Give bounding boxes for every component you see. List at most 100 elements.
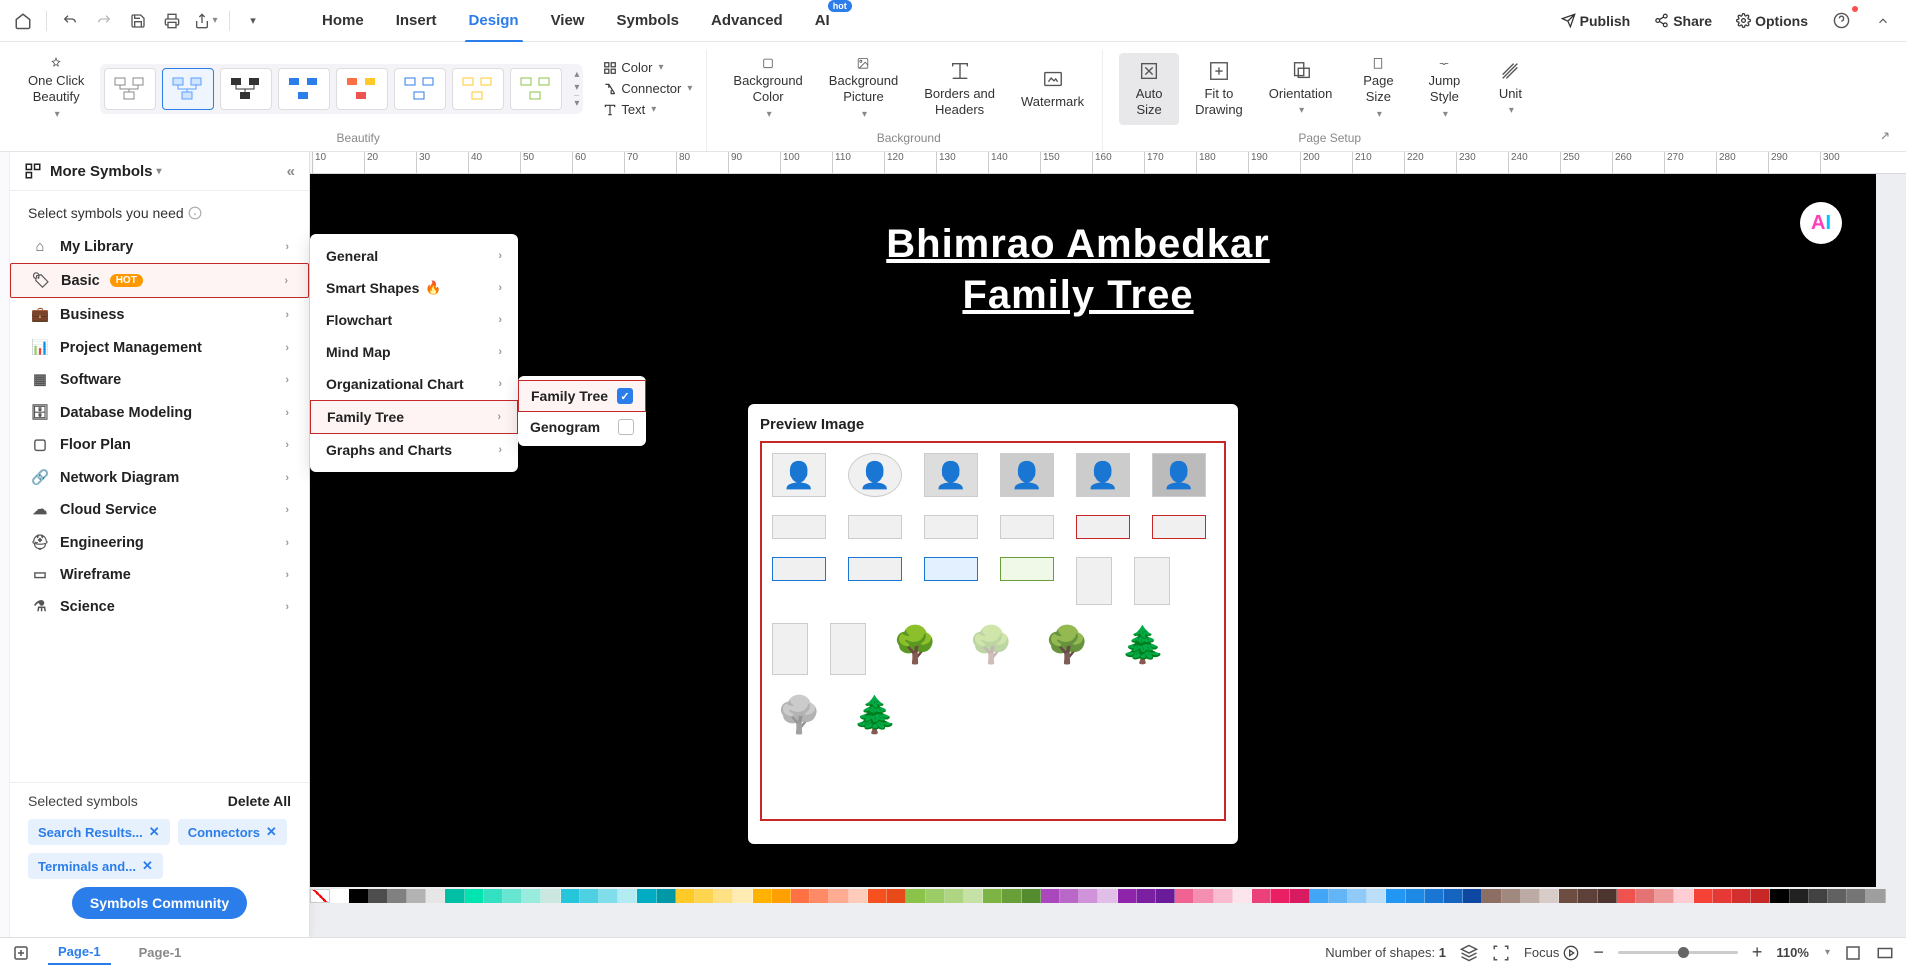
style-next-icon[interactable]: ▾ (574, 82, 579, 93)
color-swatch[interactable] (1098, 889, 1117, 903)
color-swatch[interactable] (1790, 889, 1809, 903)
zoom-level[interactable]: 110% (1776, 945, 1809, 960)
doc-title-line1[interactable]: Bhimrao Ambedkar (280, 222, 1876, 267)
color-swatch[interactable] (1022, 889, 1041, 903)
bgcolor-button[interactable]: Background Color▾ (723, 53, 812, 125)
color-swatch[interactable] (1540, 889, 1559, 903)
checkbox-icon[interactable]: ✓ (617, 388, 633, 404)
preview-shape[interactable]: 👤 (1000, 453, 1054, 497)
preview-shape[interactable] (1000, 515, 1054, 539)
preview-shape[interactable]: 👤 (1076, 453, 1130, 497)
color-swatch[interactable] (1079, 889, 1098, 903)
style-prev-icon[interactable]: ▴ (574, 69, 579, 80)
preview-shape[interactable]: 🌳 (772, 693, 826, 737)
pagesize-button[interactable]: Page Size▾ (1348, 53, 1408, 125)
color-swatch[interactable] (753, 889, 772, 903)
color-swatch[interactable] (541, 889, 560, 903)
color-swatch[interactable] (580, 889, 599, 903)
preview-shape[interactable] (924, 557, 978, 581)
color-swatch[interactable] (829, 889, 848, 903)
color-swatch[interactable] (1770, 889, 1789, 903)
submenu2-family-tree[interactable]: Family Tree✓ (518, 380, 646, 412)
color-swatch[interactable] (1482, 889, 1501, 903)
color-swatch[interactable] (772, 889, 791, 903)
chip-remove-icon[interactable]: ✕ (149, 824, 160, 840)
color-swatch[interactable] (465, 889, 484, 903)
focus-button[interactable]: Focus (1524, 945, 1579, 961)
category-engineering[interactable]: ⛑Engineering› (10, 526, 309, 559)
preview-shape[interactable]: 👤 (848, 453, 902, 497)
color-swatch[interactable] (1406, 889, 1425, 903)
color-swatch[interactable] (330, 889, 349, 903)
color-swatch[interactable] (1828, 889, 1847, 903)
color-swatch[interactable] (1866, 889, 1885, 903)
fit-page-icon[interactable] (1844, 944, 1862, 962)
color-swatch[interactable] (810, 889, 829, 903)
doc-title-line2[interactable]: Family Tree (280, 273, 1876, 318)
color-swatch[interactable] (983, 889, 1002, 903)
color-swatch[interactable] (1002, 889, 1021, 903)
color-swatch[interactable] (1559, 889, 1578, 903)
color-swatch[interactable] (1329, 889, 1348, 903)
color-swatch[interactable] (1348, 889, 1367, 903)
color-swatch[interactable] (887, 889, 906, 903)
color-swatch[interactable] (945, 889, 964, 903)
style-thumb-1[interactable] (104, 68, 156, 110)
color-swatch[interactable] (561, 889, 580, 903)
category-business[interactable]: 💼Business› (10, 298, 309, 331)
color-swatch[interactable] (676, 889, 695, 903)
color-swatch[interactable] (733, 889, 752, 903)
preview-shape[interactable]: 🌳 (888, 623, 942, 667)
page-tab[interactable]: Page-1 (48, 940, 111, 965)
ribbon-expand-icon[interactable] (1878, 129, 1896, 147)
category-wireframe[interactable]: ▭Wireframe› (10, 559, 309, 591)
category-floor-plan[interactable]: ▢Floor Plan› (10, 429, 309, 461)
color-swatch[interactable] (695, 889, 714, 903)
category-project-management[interactable]: 📊Project Management› (10, 331, 309, 364)
color-swatch[interactable] (1655, 889, 1674, 903)
brand-logo-icon[interactable]: AI (1800, 202, 1842, 244)
category-software[interactable]: ▦Software› (10, 364, 309, 396)
color-swatch[interactable] (1502, 889, 1521, 903)
preview-shape[interactable] (1134, 557, 1170, 605)
chip-remove-icon[interactable]: ✕ (266, 824, 277, 840)
category-database-modeling[interactable]: 🗄Database Modeling› (10, 396, 309, 429)
collapse-ribbon-icon[interactable] (1868, 6, 1898, 36)
color-swatch[interactable] (1578, 889, 1597, 903)
color-swatch[interactable] (1444, 889, 1463, 903)
style-thumb-5[interactable] (336, 68, 388, 110)
oneclick-beautify-button[interactable]: One Click Beautify▾ (18, 53, 94, 125)
chip-search-results-[interactable]: Search Results...✕ (28, 819, 170, 845)
color-swatch[interactable] (1367, 889, 1386, 903)
color-swatch[interactable] (868, 889, 887, 903)
submenu-flowchart[interactable]: Flowchart› (310, 304, 518, 336)
menu-advanced[interactable]: Advanced (697, 6, 797, 35)
menu-view[interactable]: View (537, 6, 599, 35)
color-swatch[interactable] (906, 889, 925, 903)
color-swatch[interactable] (599, 889, 618, 903)
delete-all-button[interactable]: Delete All (228, 793, 291, 809)
color-swatch[interactable] (1271, 889, 1290, 903)
color-swatch[interactable] (1598, 889, 1617, 903)
color-swatch[interactable] (1674, 889, 1693, 903)
chip-connectors[interactable]: Connectors✕ (178, 819, 287, 845)
options-button[interactable]: Options (1730, 9, 1814, 33)
preview-shape[interactable] (1076, 515, 1130, 539)
color-swatch[interactable] (1194, 889, 1213, 903)
chip-remove-icon[interactable]: ✕ (142, 858, 153, 874)
color-swatch[interactable] (964, 889, 983, 903)
menu-home[interactable]: Home (308, 6, 378, 35)
submenu-family-tree[interactable]: Family Tree› (310, 400, 518, 434)
color-swatch[interactable] (522, 889, 541, 903)
preview-shape[interactable]: 🌲 (848, 693, 902, 737)
submenu-graphs-and-charts[interactable]: Graphs and Charts› (310, 434, 518, 466)
preview-shape[interactable] (1076, 557, 1112, 605)
color-swatch[interactable] (426, 889, 445, 903)
autosize-button[interactable]: Auto Size (1119, 53, 1179, 125)
export-icon[interactable]: ▾ (191, 6, 221, 36)
color-swatch[interactable] (484, 889, 503, 903)
color-swatch[interactable] (1290, 889, 1309, 903)
color-swatch[interactable] (714, 889, 733, 903)
menu-ai[interactable]: AIhot (801, 6, 844, 35)
fullscreen-icon[interactable] (1492, 944, 1510, 962)
